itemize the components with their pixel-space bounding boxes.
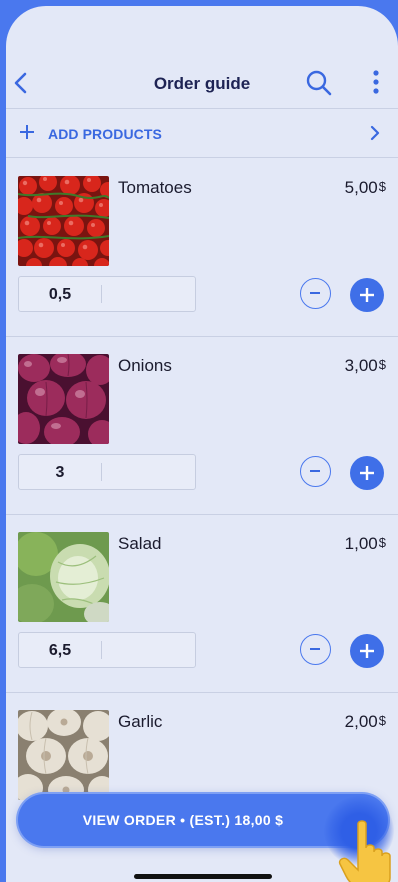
salad-image bbox=[18, 532, 109, 622]
minus-icon bbox=[310, 292, 320, 294]
price-value: 2,00 bbox=[344, 712, 378, 731]
add-products-label: ADD PRODUCTS bbox=[48, 126, 162, 142]
decrease-quantity-button[interactable] bbox=[300, 278, 331, 309]
garlic-image bbox=[18, 710, 109, 800]
product-item-salad: Salad 1,00$ 6,5 bbox=[6, 514, 398, 693]
quantity-field[interactable]: 3 bbox=[18, 454, 196, 490]
search-icon bbox=[306, 70, 332, 96]
quantity-field[interactable]: 0,5 bbox=[18, 276, 196, 312]
increase-quantity-button[interactable] bbox=[350, 634, 384, 668]
minus-icon bbox=[310, 470, 320, 472]
product-item-tomatoes: Tomatoes 5,00$ 0,5 bbox=[6, 158, 398, 337]
quantity-divider bbox=[101, 285, 102, 303]
currency-symbol: $ bbox=[378, 179, 386, 194]
product-name: Salad bbox=[118, 534, 162, 553]
currency-symbol: $ bbox=[378, 357, 386, 372]
pointing-hand-icon bbox=[338, 820, 391, 882]
plus-icon bbox=[360, 288, 374, 302]
page-title: Order guide bbox=[153, 74, 251, 93]
price-value: 1,00 bbox=[344, 534, 378, 553]
onions-image bbox=[18, 354, 109, 444]
product-item-onions: Onions 3,00$ 3 bbox=[6, 336, 398, 515]
product-name: Onions bbox=[118, 356, 172, 375]
more-options-button[interactable] bbox=[366, 68, 386, 98]
home-indicator bbox=[134, 874, 272, 879]
price-value: 5,00 bbox=[344, 178, 378, 197]
add-products-row[interactable]: ADD PRODUCTS bbox=[6, 109, 398, 158]
tomatoes-image bbox=[18, 176, 109, 266]
increase-quantity-button[interactable] bbox=[350, 456, 384, 490]
quantity-value: 6,5 bbox=[48, 642, 72, 659]
plus-icon bbox=[360, 466, 374, 480]
currency-symbol: $ bbox=[378, 713, 386, 728]
quantity-field[interactable]: 6,5 bbox=[18, 632, 196, 668]
quantity-value: 3 bbox=[55, 464, 65, 481]
currency-symbol: $ bbox=[378, 535, 386, 550]
view-order-label: VIEW ORDER • (EST.) 18,00 $ bbox=[82, 812, 284, 828]
app-screen: Order guide ADD PRODUCTS Tomatoes 5,00$ … bbox=[6, 6, 398, 882]
product-name: Tomatoes bbox=[118, 178, 192, 197]
product-price: 3,00$ bbox=[345, 356, 386, 376]
product-name: Garlic bbox=[118, 712, 163, 731]
plus-icon bbox=[360, 644, 374, 658]
product-price: 5,00$ bbox=[345, 178, 386, 198]
search-button[interactable] bbox=[304, 68, 334, 98]
decrease-quantity-button[interactable] bbox=[300, 456, 331, 487]
more-vertical-icon bbox=[373, 70, 379, 94]
chevron-right-icon bbox=[370, 125, 380, 141]
increase-quantity-button[interactable] bbox=[350, 278, 384, 312]
quantity-value: 0,5 bbox=[48, 286, 72, 303]
quantity-divider bbox=[101, 641, 102, 659]
minus-icon bbox=[310, 648, 320, 650]
product-price: 2,00$ bbox=[345, 712, 386, 732]
top-bar: Order guide bbox=[6, 54, 398, 109]
product-price: 1,00$ bbox=[345, 534, 386, 554]
price-value: 3,00 bbox=[344, 356, 378, 375]
plus-icon bbox=[20, 125, 34, 139]
decrease-quantity-button[interactable] bbox=[300, 634, 331, 665]
quantity-divider bbox=[101, 463, 102, 481]
